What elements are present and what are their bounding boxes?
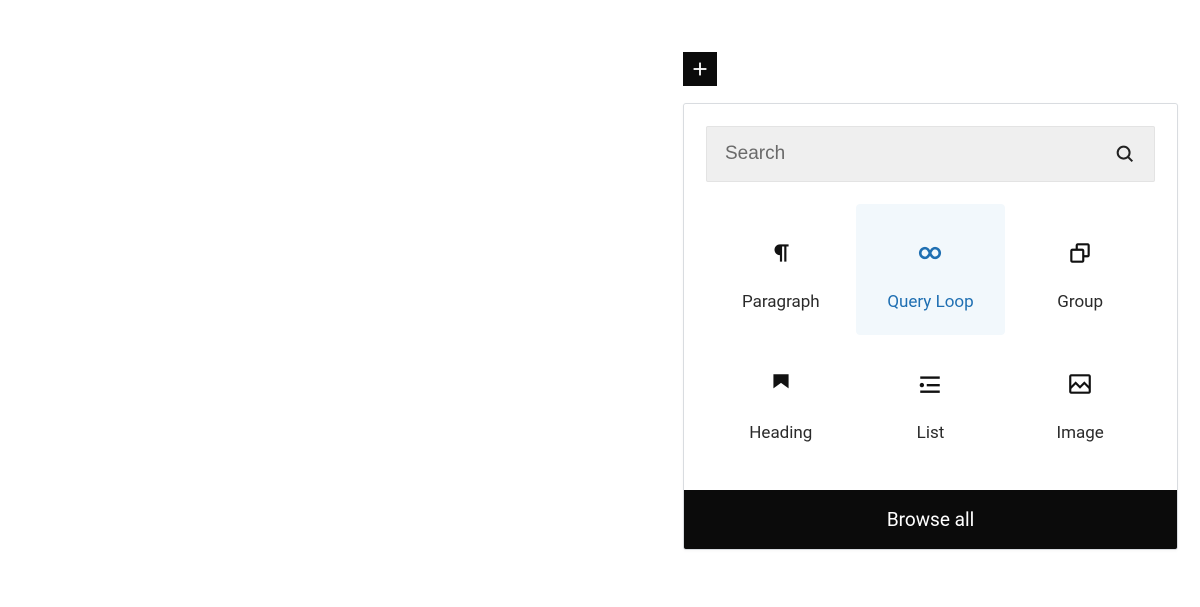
browse-all-button[interactable]: Browse all: [684, 490, 1177, 549]
group-icon: [1067, 240, 1093, 266]
blocks-grid: Paragraph Query Loop Group: [684, 182, 1177, 490]
block-item-heading[interactable]: Heading: [706, 335, 856, 466]
block-item-list[interactable]: List: [856, 335, 1006, 466]
list-icon: [917, 371, 943, 397]
paragraph-icon: [768, 240, 794, 266]
search-icon: [1114, 143, 1136, 165]
search-box[interactable]: [706, 126, 1155, 182]
search-input[interactable]: [725, 143, 1114, 165]
block-label: Group: [1057, 292, 1103, 312]
block-inserter-panel: Paragraph Query Loop Group: [683, 103, 1178, 550]
add-block-button[interactable]: [683, 52, 717, 86]
block-label: List: [917, 423, 945, 443]
query-loop-icon: [917, 240, 943, 266]
plus-icon: [689, 58, 711, 80]
block-label: Image: [1056, 423, 1103, 443]
heading-icon: [768, 371, 794, 397]
block-item-paragraph[interactable]: Paragraph: [706, 204, 856, 335]
block-item-query-loop[interactable]: Query Loop: [856, 204, 1006, 335]
block-item-image[interactable]: Image: [1005, 335, 1155, 466]
block-label: Paragraph: [742, 292, 820, 312]
block-label: Query Loop: [887, 292, 973, 312]
image-icon: [1067, 371, 1093, 397]
block-label: Heading: [749, 423, 812, 443]
search-container: [684, 104, 1177, 182]
block-item-group[interactable]: Group: [1005, 204, 1155, 335]
